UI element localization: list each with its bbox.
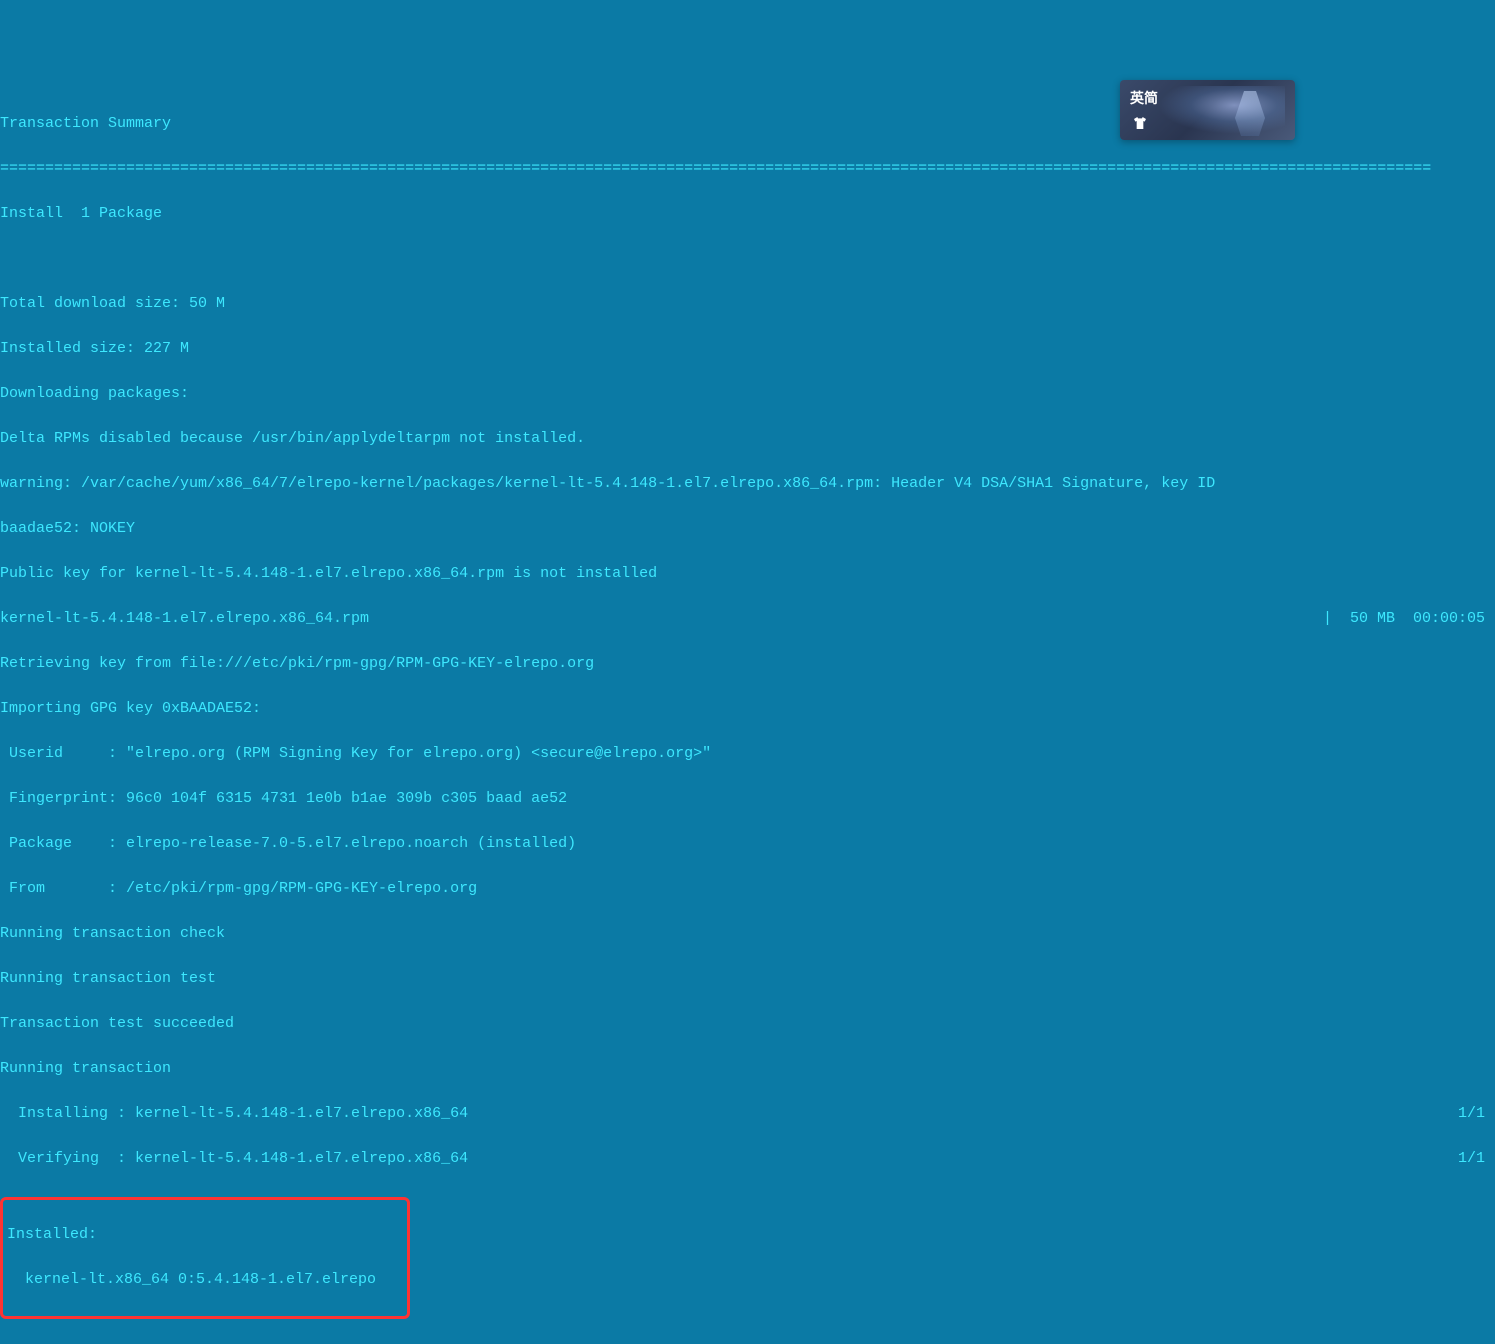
rpm-download-line: kernel-lt-5.4.148-1.el7.elrepo.x86_64.rp… [0, 608, 1495, 631]
gpg-fingerprint: Fingerprint: 96c0 104f 6315 4731 1e0b b1… [0, 788, 1495, 811]
gpg-from: From : /etc/pki/rpm-gpg/RPM-GPG-KEY-elre… [0, 878, 1495, 901]
installed-label: Installed: [7, 1224, 403, 1247]
ime-character-art [1158, 86, 1285, 134]
rpm-status: | 50 MB 00:00:05 [1323, 608, 1495, 631]
installed-package: kernel-lt.x86_64 0:5.4.148-1.el7.elrepo [7, 1269, 403, 1292]
divider-line: ========================================… [0, 158, 1495, 181]
importing-gpg: Importing GPG key 0xBAADAE52: [0, 698, 1495, 721]
verifying-count: 1/1 [1458, 1148, 1495, 1171]
installed-size: Installed size: 227 M [0, 338, 1495, 361]
transaction-test-succeeded: Transaction test succeeded [0, 1013, 1495, 1036]
shirt-icon[interactable] [1130, 113, 1150, 133]
ime-widget[interactable]: 英简 [1120, 80, 1295, 140]
rpm-name: kernel-lt-5.4.148-1.el7.elrepo.x86_64.rp… [0, 608, 369, 631]
installing-line: Installing : kernel-lt-5.4.148-1.el7.elr… [0, 1103, 1495, 1126]
public-key-msg: Public key for kernel-lt-5.4.148-1.el7.e… [0, 563, 1495, 586]
gpg-package: Package : elrepo-release-7.0-5.el7.elrep… [0, 833, 1495, 856]
ime-language-label: 英简 [1130, 88, 1158, 109]
installed-highlight-box: Installed: kernel-lt.x86_64 0:5.4.148-1.… [0, 1197, 410, 1320]
ime-widget-left: 英简 [1130, 88, 1158, 133]
warning-line-1: warning: /var/cache/yum/x86_64/7/elrepo-… [0, 473, 1495, 496]
gpg-userid: Userid : "elrepo.org (RPM Signing Key fo… [0, 743, 1495, 766]
running-transaction-test: Running transaction test [0, 968, 1495, 991]
downloading-packages: Downloading packages: [0, 383, 1495, 406]
install-summary: Install 1 Package [0, 203, 1495, 226]
verifying-pkg: Verifying : kernel-lt-5.4.148-1.el7.elre… [0, 1148, 468, 1171]
warning-line-2: baadae52: NOKEY [0, 518, 1495, 541]
running-transaction: Running transaction [0, 1058, 1495, 1081]
installing-count: 1/1 [1458, 1103, 1495, 1126]
verifying-line: Verifying : kernel-lt-5.4.148-1.el7.elre… [0, 1148, 1495, 1171]
blank-line [0, 248, 1495, 271]
blank-line [0, 1323, 1495, 1344]
delta-rpms-disabled: Delta RPMs disabled because /usr/bin/app… [0, 428, 1495, 451]
running-transaction-check: Running transaction check [0, 923, 1495, 946]
terminal-output: Transaction Summary ====================… [0, 90, 1495, 1344]
total-download-size: Total download size: 50 M [0, 293, 1495, 316]
installing-pkg: Installing : kernel-lt-5.4.148-1.el7.elr… [0, 1103, 468, 1126]
